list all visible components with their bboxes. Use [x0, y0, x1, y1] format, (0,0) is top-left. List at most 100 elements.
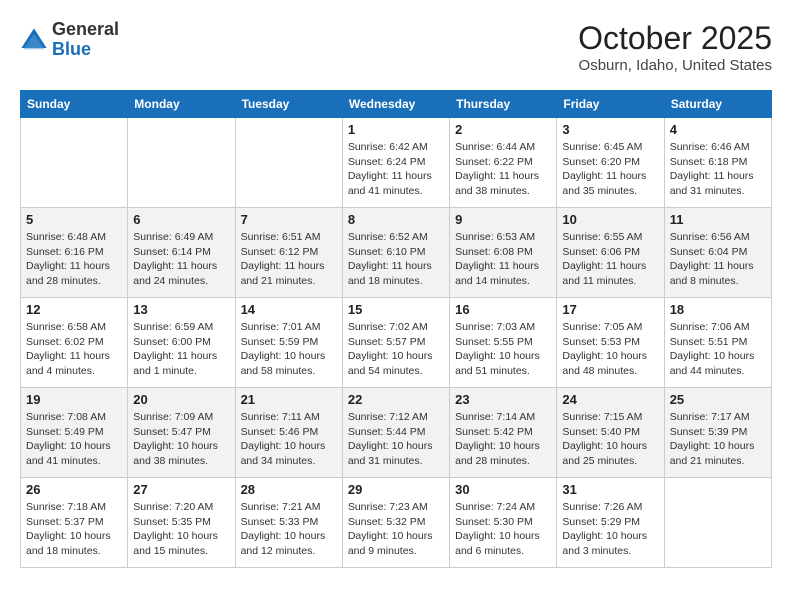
day-number: 17	[562, 302, 658, 317]
day-number: 2	[455, 122, 551, 137]
day-info: Sunrise: 7:11 AMSunset: 5:46 PMDaylight:…	[241, 410, 337, 469]
day-number: 25	[670, 392, 766, 407]
day-number: 27	[133, 482, 229, 497]
calendar-week-row: 26 Sunrise: 7:18 AMSunset: 5:37 PMDayligh…	[21, 478, 772, 568]
logo-blue-text: Blue	[52, 40, 119, 60]
day-number: 22	[348, 392, 444, 407]
day-info: Sunrise: 6:59 AMSunset: 6:00 PMDaylight:…	[133, 320, 229, 379]
day-number: 21	[241, 392, 337, 407]
weekday-header: Sunday	[21, 91, 128, 118]
calendar-cell: 24 Sunrise: 7:15 AMSunset: 5:40 PMDayligh…	[557, 388, 664, 478]
calendar-cell: 4 Sunrise: 6:46 AMSunset: 6:18 PMDaylight…	[664, 118, 771, 208]
calendar-cell: 9Sunrise: 6:53 AMSunset: 6:08 PMDaylight…	[450, 208, 557, 298]
calendar-week-row: 12Sunrise: 6:58 AMSunset: 6:02 PMDayligh…	[21, 298, 772, 388]
calendar-cell: 23 Sunrise: 7:14 AMSunset: 5:42 PMDayligh…	[450, 388, 557, 478]
day-info: Sunrise: 7:03 AMSunset: 5:55 PMDaylight:…	[455, 320, 551, 379]
calendar-cell: 28 Sunrise: 7:21 AMSunset: 5:33 PMDayligh…	[235, 478, 342, 568]
day-number: 14	[241, 302, 337, 317]
logo-general-text: General	[52, 20, 119, 40]
calendar-cell: 30Sunrise: 7:24 AMSunset: 5:30 PMDayligh…	[450, 478, 557, 568]
location-text: Osburn, Idaho, United States	[578, 57, 772, 74]
day-number: 9	[455, 212, 551, 227]
day-number: 20	[133, 392, 229, 407]
day-info: Sunrise: 7:06 AMSunset: 5:51 PMDaylight:…	[670, 320, 766, 379]
day-info: Sunrise: 7:17 AMSunset: 5:39 PMDaylight:…	[670, 410, 766, 469]
day-number: 24	[562, 392, 658, 407]
logo-icon	[20, 27, 48, 55]
weekday-header: Wednesday	[342, 91, 449, 118]
day-info: Sunrise: 7:14 AMSunset: 5:42 PMDaylight:…	[455, 410, 551, 469]
calendar-cell: 8Sunrise: 6:52 AMSunset: 6:10 PMDaylight…	[342, 208, 449, 298]
day-info: Sunrise: 7:26 AMSunset: 5:29 PMDaylight:…	[562, 500, 658, 559]
calendar-cell	[21, 118, 128, 208]
calendar-cell: 25 Sunrise: 7:17 AMSunset: 5:39 PMDayligh…	[664, 388, 771, 478]
day-info: Sunrise: 7:12 AMSunset: 5:44 PMDaylight:…	[348, 410, 444, 469]
calendar-cell	[235, 118, 342, 208]
day-info: Sunrise: 6:45 AMSunset: 6:20 PMDaylight:…	[562, 140, 658, 199]
day-number: 6	[133, 212, 229, 227]
day-info: Sunrise: 7:05 AMSunset: 5:53 PMDaylight:…	[562, 320, 658, 379]
day-info: Sunrise: 6:42 AMSunset: 6:24 PMDaylight:…	[348, 140, 444, 199]
day-number: 11	[670, 212, 766, 227]
day-number: 23	[455, 392, 551, 407]
calendar-cell: 14 Sunrise: 7:01 AMSunset: 5:59 PMDayligh…	[235, 298, 342, 388]
day-number: 10	[562, 212, 658, 227]
day-info: Sunrise: 6:48 AMSunset: 6:16 PMDaylight:…	[26, 230, 122, 289]
day-info: Sunrise: 7:20 AMSunset: 5:35 PMDaylight:…	[133, 500, 229, 559]
day-number: 31	[562, 482, 658, 497]
day-info: Sunrise: 6:51 AMSunset: 6:12 PMDaylight:…	[241, 230, 337, 289]
calendar-cell: 10 Sunrise: 6:55 AMSunset: 6:06 PMDayligh…	[557, 208, 664, 298]
calendar-cell: 15 Sunrise: 7:02 AMSunset: 5:57 PMDayligh…	[342, 298, 449, 388]
day-info: Sunrise: 7:21 AMSunset: 5:33 PMDaylight:…	[241, 500, 337, 559]
calendar-cell: 20 Sunrise: 7:09 AMSunset: 5:47 PMDayligh…	[128, 388, 235, 478]
calendar-cell: 18 Sunrise: 7:06 AMSunset: 5:51 PMDayligh…	[664, 298, 771, 388]
day-number: 30	[455, 482, 551, 497]
day-info: Sunrise: 7:23 AMSunset: 5:32 PMDaylight:…	[348, 500, 444, 559]
day-number: 28	[241, 482, 337, 497]
title-block: October 2025 Osburn, Idaho, United State…	[578, 20, 772, 74]
calendar-cell: 11 Sunrise: 6:56 AMSunset: 6:04 PMDayligh…	[664, 208, 771, 298]
page-header: General Blue October 2025 Osburn, Idaho,…	[20, 20, 772, 74]
day-info: Sunrise: 7:01 AMSunset: 5:59 PMDaylight:…	[241, 320, 337, 379]
day-number: 1	[348, 122, 444, 137]
day-number: 18	[670, 302, 766, 317]
calendar-cell: 21 Sunrise: 7:11 AMSunset: 5:46 PMDayligh…	[235, 388, 342, 478]
calendar-cell: 1 Sunrise: 6:42 AMSunset: 6:24 PMDaylight…	[342, 118, 449, 208]
day-number: 5	[26, 212, 122, 227]
calendar-cell: 13Sunrise: 6:59 AMSunset: 6:00 PMDayligh…	[128, 298, 235, 388]
calendar-cell	[664, 478, 771, 568]
calendar-week-row: 19Sunrise: 7:08 AMSunset: 5:49 PMDayligh…	[21, 388, 772, 478]
weekday-header: Monday	[128, 91, 235, 118]
calendar-week-row: 5 Sunrise: 6:48 AMSunset: 6:16 PMDaylight…	[21, 208, 772, 298]
day-info: Sunrise: 6:44 AMSunset: 6:22 PMDaylight:…	[455, 140, 551, 199]
day-info: Sunrise: 6:52 AMSunset: 6:10 PMDaylight:…	[348, 230, 444, 289]
day-number: 26	[26, 482, 122, 497]
day-info: Sunrise: 7:02 AMSunset: 5:57 PMDaylight:…	[348, 320, 444, 379]
day-number: 4	[670, 122, 766, 137]
day-info: Sunrise: 7:09 AMSunset: 5:47 PMDaylight:…	[133, 410, 229, 469]
day-number: 3	[562, 122, 658, 137]
calendar-cell: 22 Sunrise: 7:12 AMSunset: 5:44 PMDayligh…	[342, 388, 449, 478]
calendar-cell: 17 Sunrise: 7:05 AMSunset: 5:53 PMDayligh…	[557, 298, 664, 388]
day-number: 15	[348, 302, 444, 317]
weekday-header: Thursday	[450, 91, 557, 118]
calendar-cell: 16Sunrise: 7:03 AMSunset: 5:55 PMDayligh…	[450, 298, 557, 388]
day-info: Sunrise: 6:56 AMSunset: 6:04 PMDaylight:…	[670, 230, 766, 289]
day-info: Sunrise: 6:55 AMSunset: 6:06 PMDaylight:…	[562, 230, 658, 289]
calendar-cell: 31 Sunrise: 7:26 AMSunset: 5:29 PMDayligh…	[557, 478, 664, 568]
calendar-week-row: 1 Sunrise: 6:42 AMSunset: 6:24 PMDaylight…	[21, 118, 772, 208]
weekday-header: Friday	[557, 91, 664, 118]
logo: General Blue	[20, 20, 119, 60]
calendar-cell: 29Sunrise: 7:23 AMSunset: 5:32 PMDayligh…	[342, 478, 449, 568]
calendar-cell: 12Sunrise: 6:58 AMSunset: 6:02 PMDayligh…	[21, 298, 128, 388]
day-number: 12	[26, 302, 122, 317]
day-info: Sunrise: 6:46 AMSunset: 6:18 PMDaylight:…	[670, 140, 766, 199]
calendar-cell: 5 Sunrise: 6:48 AMSunset: 6:16 PMDaylight…	[21, 208, 128, 298]
month-title: October 2025	[578, 20, 772, 57]
day-info: Sunrise: 6:49 AMSunset: 6:14 PMDaylight:…	[133, 230, 229, 289]
calendar-cell	[128, 118, 235, 208]
calendar-cell: 27 Sunrise: 7:20 AMSunset: 5:35 PMDayligh…	[128, 478, 235, 568]
day-info: Sunrise: 7:15 AMSunset: 5:40 PMDaylight:…	[562, 410, 658, 469]
day-info: Sunrise: 7:18 AMSunset: 5:37 PMDaylight:…	[26, 500, 122, 559]
calendar-table: SundayMondayTuesdayWednesdayThursdayFrid…	[20, 90, 772, 568]
